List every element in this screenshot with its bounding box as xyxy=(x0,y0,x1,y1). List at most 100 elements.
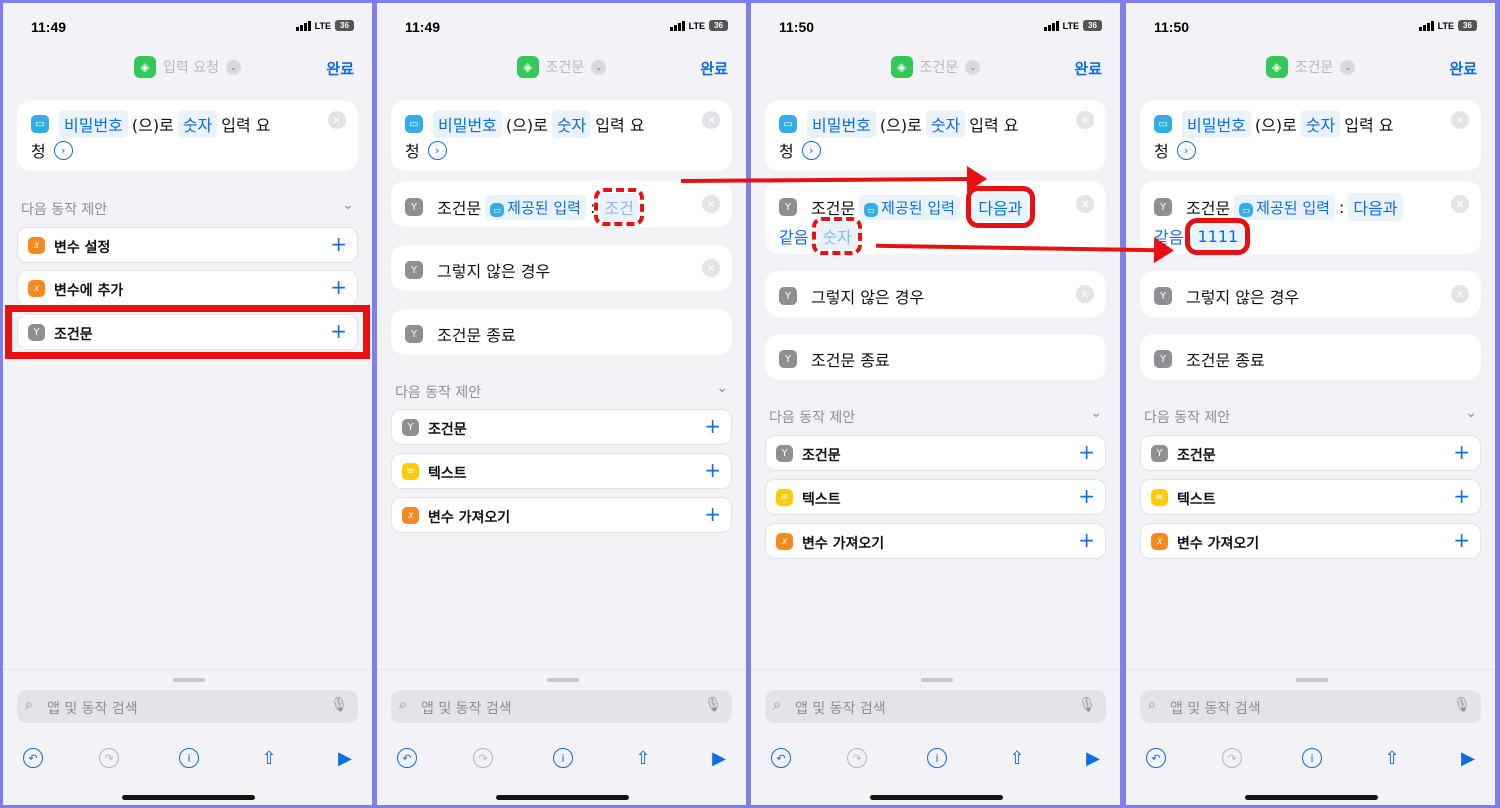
provided-input-token[interactable]: ▭ 제공된 입력 xyxy=(859,194,960,220)
prompt-token[interactable]: 비밀번호 xyxy=(59,110,128,138)
suggestion-item[interactable]: 𝑥 변수에 추가 + xyxy=(17,270,358,306)
play-icon[interactable]: ▶ xyxy=(333,746,357,770)
otherwise-action-card[interactable]: Y 그렇지 않은 경우 ✕ xyxy=(1140,271,1481,317)
nav-title-button[interactable]: ◈ 조건문 ⌄ xyxy=(751,56,1120,78)
microphone-icon[interactable]: 🎙 xyxy=(1078,697,1096,713)
search-input[interactable]: ⌕ 앱 및 동작 검색 🎙 xyxy=(765,690,1106,723)
if-action-card[interactable]: Y 조건문 ▭ 제공된 입력 : 다음과 같음 숫자 ✕ xyxy=(765,181,1106,255)
ask-input-action-card[interactable]: ▭ 비밀번호 (으)로 숫자 입력 요 청 › ✕ xyxy=(391,100,732,171)
remove-icon[interactable]: ✕ xyxy=(1451,111,1469,129)
plus-icon[interactable]: + xyxy=(1453,440,1470,464)
otherwise-action-card[interactable]: Y 그렇지 않은 경우 ✕ xyxy=(765,271,1106,317)
search-input[interactable]: ⌕ 앱 및 동작 검색 🎙 xyxy=(1140,690,1481,723)
suggestion-item[interactable]: 𝑥 변수 가져오기 + xyxy=(391,497,732,533)
sheet-grabber[interactable] xyxy=(173,678,205,682)
end-if-action-card[interactable]: Y 조건문 종료 xyxy=(391,309,732,355)
provided-input-token[interactable]: ▭ 제공된 입력 xyxy=(485,194,586,220)
nav-title-button[interactable]: ◈ 조건문 ⌄ xyxy=(377,56,746,78)
if-action-card[interactable]: Y 조건문 ▭제공된 입력 : 다음과 같음 1111 ✕ xyxy=(1140,181,1481,255)
if-action-card[interactable]: Y 조건문 ▭ 제공된 입력 : 조건 ✕ xyxy=(391,181,732,227)
play-icon[interactable]: ▶ xyxy=(1456,746,1480,770)
ask-input-action-card[interactable]: ▭ 비밀번호 (으)로 숫자 입력 요 청 › ✕ xyxy=(1140,100,1481,171)
plus-icon[interactable]: + xyxy=(1453,528,1470,552)
remove-icon[interactable]: ✕ xyxy=(1076,285,1094,303)
end-if-action-card[interactable]: Y 조건문 종료 xyxy=(1140,334,1481,380)
suggestion-item[interactable]: Y 조건문 + xyxy=(765,435,1106,471)
plus-icon[interactable]: + xyxy=(330,232,347,256)
input-type-token[interactable]: 숫자 xyxy=(1300,110,1341,138)
condition-token-cont[interactable]: 같음 xyxy=(779,222,813,250)
chevron-right-icon[interactable]: › xyxy=(427,140,447,160)
plus-icon[interactable]: + xyxy=(1453,484,1470,508)
input-type-token[interactable]: 숫자 xyxy=(551,110,592,138)
chevron-down-icon[interactable]: ⌄ xyxy=(1090,405,1102,421)
remove-icon[interactable]: ✕ xyxy=(1451,285,1469,303)
chevron-down-icon[interactable]: ⌄ xyxy=(1465,405,1477,421)
redo-button[interactable]: ↷ xyxy=(1220,746,1244,770)
plus-icon[interactable]: + xyxy=(704,502,721,526)
suggestion-item[interactable]: ≡ 텍스트 + xyxy=(765,479,1106,515)
redo-button[interactable]: ↷ xyxy=(97,746,121,770)
share-icon[interactable]: ⇧ xyxy=(1380,746,1404,770)
nav-title-button[interactable]: ◈ 조건문 ⌄ xyxy=(1126,56,1495,78)
condition-token[interactable]: 다음과 xyxy=(1348,193,1403,221)
redo-button[interactable]: ↷ xyxy=(471,746,495,770)
ask-input-action-card[interactable]: ▭ 비밀번호 (으)로 숫자 입력 요 청 › ✕ xyxy=(17,100,358,171)
undo-button[interactable]: ↶ xyxy=(1144,746,1168,770)
ask-input-action-card[interactable]: ▭ 비밀번호 (으)로 숫자 입력 요 청 › ✕ xyxy=(765,100,1106,171)
value-token[interactable]: 1111 xyxy=(1185,217,1251,255)
chevron-down-icon[interactable]: ⌄ xyxy=(716,380,728,396)
end-if-action-card[interactable]: Y 조건문 종료 xyxy=(765,334,1106,380)
undo-button[interactable]: ↶ xyxy=(395,746,419,770)
plus-icon[interactable]: + xyxy=(1078,440,1095,464)
suggestion-item[interactable]: 𝑥 변수 가져오기 + xyxy=(765,523,1106,559)
chevron-right-icon[interactable]: › xyxy=(801,140,821,160)
done-button[interactable]: 완료 xyxy=(1074,58,1102,79)
redo-button[interactable]: ↷ xyxy=(845,746,869,770)
share-icon[interactable]: ⇧ xyxy=(631,746,655,770)
plus-icon[interactable]: + xyxy=(704,414,721,438)
done-button[interactable]: 완료 xyxy=(326,58,354,79)
input-type-token[interactable]: 숫자 xyxy=(925,110,966,138)
remove-icon[interactable]: ✕ xyxy=(1451,195,1469,213)
share-icon[interactable]: ⇧ xyxy=(1005,746,1029,770)
suggestions-header[interactable]: 다음 동작 제안 ⌄ xyxy=(1144,405,1477,427)
suggestion-item[interactable]: Y 조건문 + xyxy=(1140,435,1481,471)
prompt-token[interactable]: 비밀번호 xyxy=(807,110,876,138)
search-input[interactable]: ⌕ 앱 및 동작 검색 🎙 xyxy=(17,690,358,723)
suggestions-header[interactable]: 다음 동작 제안 ⌄ xyxy=(395,380,728,402)
condition-token[interactable]: 조건 xyxy=(594,188,644,226)
undo-button[interactable]: ↶ xyxy=(21,746,45,770)
remove-icon[interactable]: ✕ xyxy=(1076,195,1094,213)
suggestion-item[interactable]: Y 조건문 + xyxy=(391,409,732,445)
suggestion-item[interactable]: ≡ 텍스트 + xyxy=(391,453,732,489)
info-button[interactable]: i xyxy=(551,746,575,770)
input-type-token[interactable]: 숫자 xyxy=(177,110,218,138)
plus-icon[interactable]: + xyxy=(704,458,721,482)
microphone-icon[interactable]: 🎙 xyxy=(704,697,722,713)
plus-icon[interactable]: + xyxy=(1078,528,1095,552)
microphone-icon[interactable]: 🎙 xyxy=(1453,697,1471,713)
info-button[interactable]: i xyxy=(177,746,201,770)
chevron-right-icon[interactable]: › xyxy=(1176,140,1196,160)
plus-icon[interactable]: + xyxy=(330,275,347,299)
prompt-token[interactable]: 비밀번호 xyxy=(433,110,502,138)
undo-button[interactable]: ↶ xyxy=(769,746,793,770)
search-input[interactable]: ⌕ 앱 및 동작 검색 🎙 xyxy=(391,690,732,723)
play-icon[interactable]: ▶ xyxy=(1081,746,1105,770)
remove-icon[interactable]: ✕ xyxy=(1076,111,1094,129)
prompt-token[interactable]: 비밀번호 xyxy=(1182,110,1251,138)
remove-icon[interactable]: ✕ xyxy=(328,111,346,129)
suggestion-item[interactable]: 𝑥 변수 설정 + xyxy=(17,227,358,263)
value-token[interactable]: 숫자 xyxy=(812,217,862,255)
condition-token[interactable]: 다음과 xyxy=(966,186,1035,228)
suggestion-item[interactable]: 𝑥 변수 가져오기 + xyxy=(1140,523,1481,559)
done-button[interactable]: 완료 xyxy=(700,58,728,79)
suggestions-header[interactable]: 다음 동작 제안 ⌄ xyxy=(21,197,354,219)
sheet-grabber[interactable] xyxy=(921,678,953,682)
remove-icon[interactable]: ✕ xyxy=(702,111,720,129)
nav-title-button[interactable]: ◈ 입력 요청 ⌄ xyxy=(3,56,372,78)
microphone-icon[interactable]: 🎙 xyxy=(330,697,348,713)
play-icon[interactable]: ▶ xyxy=(707,746,731,770)
share-icon[interactable]: ⇧ xyxy=(257,746,281,770)
